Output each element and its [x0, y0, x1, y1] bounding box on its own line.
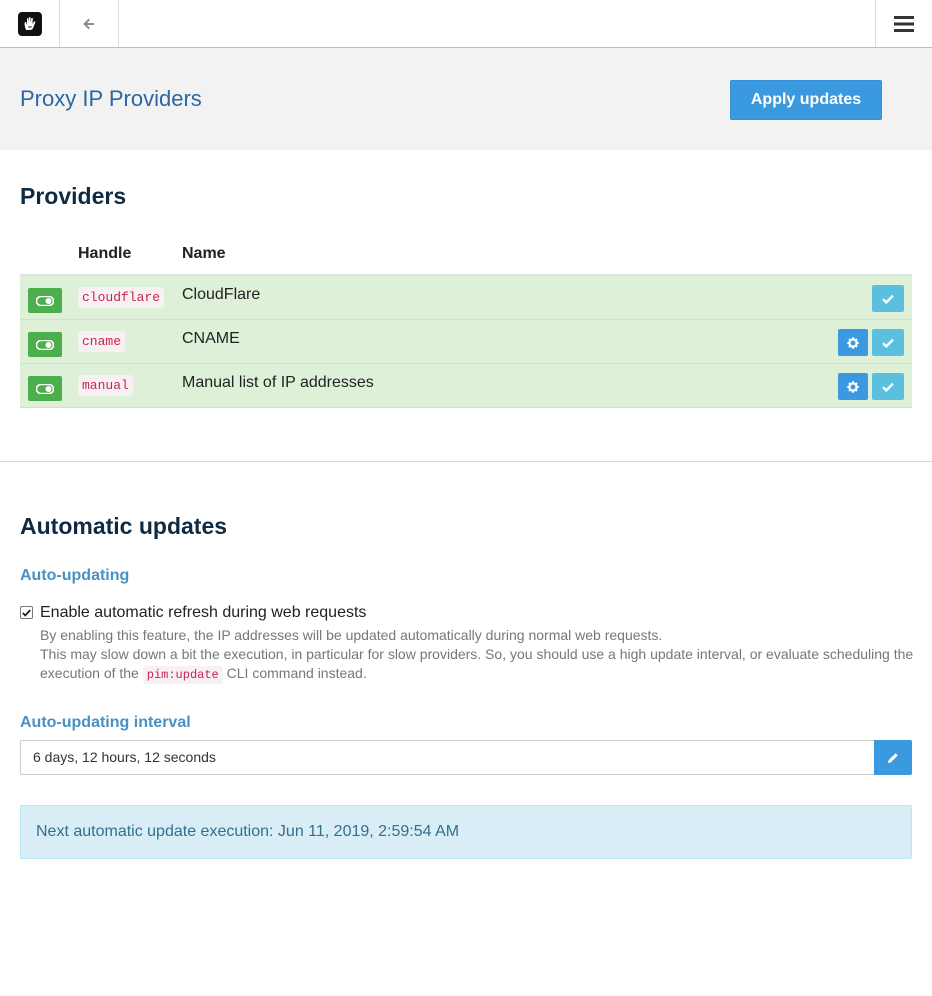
pencil-icon — [888, 752, 898, 763]
table-row: manual Manual list of IP addresses — [20, 364, 912, 408]
providers-heading: Providers — [20, 183, 127, 209]
apply-updates-button[interactable]: Apply updates — [730, 80, 882, 120]
select-provider-button[interactable] — [872, 329, 904, 356]
provider-name: Manual list of IP addresses — [182, 374, 374, 391]
concrete5-hand-logo-icon — [17, 11, 42, 36]
page-title: Proxy IP Providers — [20, 86, 202, 111]
toggle-on-icon — [36, 383, 54, 394]
table-row: cname CNAME — [20, 320, 912, 364]
select-provider-button[interactable] — [872, 285, 904, 312]
check-icon — [882, 294, 894, 304]
provider-handle: cloudflare — [78, 287, 165, 308]
provider-name: CNAME — [182, 330, 240, 347]
toggle-on-icon — [36, 295, 54, 306]
provider-settings-button[interactable] — [838, 329, 868, 356]
help-line-1: By enabling this feature, the IP address… — [40, 627, 663, 643]
auto-refresh-checkbox[interactable] — [20, 606, 33, 619]
auto-updating-label: Auto-updating — [20, 567, 130, 584]
provider-name: CloudFlare — [182, 286, 261, 303]
top-toolbar — [0, 0, 932, 48]
toggle-on-icon — [36, 339, 54, 350]
toggle-enabled-button[interactable] — [28, 332, 62, 357]
back-button[interactable] — [60, 0, 119, 47]
check-icon — [882, 338, 894, 348]
hamburger-menu-icon — [894, 15, 914, 32]
toggle-enabled-button[interactable] — [28, 288, 62, 313]
edit-interval-button[interactable] — [874, 740, 912, 775]
select-provider-button[interactable] — [872, 373, 904, 400]
auto-refresh-help-text: By enabling this feature, the IP address… — [40, 626, 920, 685]
gear-icon — [847, 380, 859, 393]
help-line-2: This may slow down a bit the execution, … — [40, 645, 920, 685]
next-update-alert: Next automatic update execution: Jun 11,… — [20, 805, 912, 859]
table-row: cloudflare CloudFlare — [20, 276, 912, 320]
interval-field[interactable]: 6 days, 12 hours, 12 seconds — [20, 740, 875, 775]
check-icon — [882, 382, 894, 392]
cli-command-code: pim:update — [142, 666, 223, 684]
auto-updating-interval-label: Auto-updating interval — [20, 714, 191, 731]
column-header-name: Name — [182, 245, 226, 262]
check-icon — [22, 608, 31, 617]
arrow-left-icon — [83, 18, 94, 29]
section-divider — [0, 461, 932, 462]
auto-refresh-checkbox-label[interactable]: Enable automatic refresh during web requ… — [40, 604, 366, 622]
toggle-enabled-button[interactable] — [28, 376, 62, 401]
provider-handle: manual — [78, 375, 133, 396]
gear-icon — [847, 336, 859, 349]
main-menu-button[interactable] — [875, 0, 932, 47]
provider-settings-button[interactable] — [838, 373, 868, 400]
automatic-updates-heading: Automatic updates — [20, 513, 228, 539]
help-line-2-suffix: CLI command instead. — [226, 665, 367, 681]
logo-button[interactable] — [0, 0, 60, 47]
provider-handle: cname — [78, 331, 126, 352]
column-header-handle: Handle — [78, 245, 132, 262]
